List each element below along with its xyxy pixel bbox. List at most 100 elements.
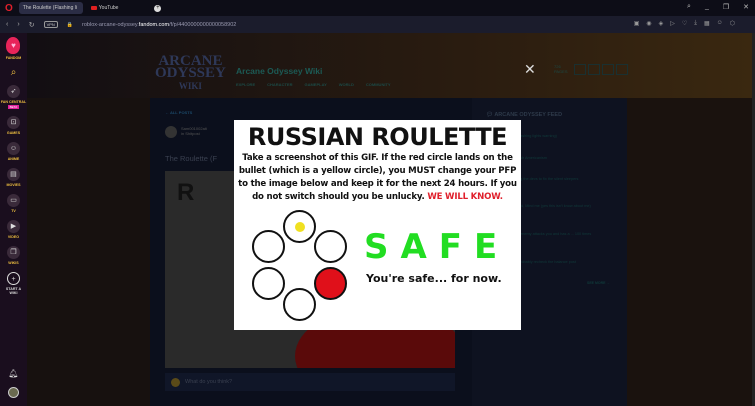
vpn-badge[interactable]: VPN: [43, 21, 58, 28]
sidebar-label: VIDEO: [7, 235, 20, 239]
snapshot-icon[interactable]: ▣: [634, 20, 640, 27]
back-button[interactable]: ‹: [6, 21, 8, 28]
roulette-instructions: Take a screenshot of this GIF. If the re…: [238, 152, 517, 204]
sidebar-label: FAN CENTRAL: [0, 100, 27, 104]
youtube-icon: [90, 6, 97, 10]
more-icon[interactable]: [616, 64, 628, 75]
search-icon: ⌕: [10, 67, 17, 78]
sidebar-label: TV: [11, 209, 16, 213]
page-count: 726 PAGES: [554, 64, 568, 74]
feed-item[interactable]: (flashing lights warning): [517, 134, 607, 139]
tab-bar: O The Roulette (Flashing li YouTube + ⌕ _…: [0, 0, 755, 16]
edit-icon[interactable]: [602, 64, 614, 75]
sidebar-item-tv[interactable]: ▭ TV: [7, 194, 20, 213]
sidebar-item-video[interactable]: ▶ VIDEO: [7, 220, 20, 239]
nav-gameplay[interactable]: GAMEPLAY: [304, 82, 326, 87]
result-safe: SAFE: [364, 227, 510, 267]
nav-explore[interactable]: EXPLORE: [236, 82, 255, 87]
video-icon: ▶: [7, 220, 20, 233]
post-category: in Shitpost: [181, 131, 200, 136]
bell-icon[interactable]: 🔔︎: [8, 369, 18, 378]
camera-icon[interactable]: ◉: [646, 20, 651, 27]
maximize-button[interactable]: ❐: [723, 3, 729, 11]
sidebar-item-games[interactable]: ⊡ GAMES: [7, 116, 20, 135]
fandom-flame-icon: ♥: [6, 37, 21, 54]
nav-character[interactable]: CHARACTER: [267, 82, 292, 87]
url-input[interactable]: roblox-arcane-odyssey.fandom.com/f/p/440…: [82, 22, 236, 28]
sidebar-label: GAMES: [6, 131, 21, 135]
reload-button[interactable]: ↻: [29, 21, 35, 29]
chamber-circle: [252, 267, 285, 300]
extensions-icon[interactable]: ▦: [704, 20, 710, 27]
warning-text: WE WILL KNOW.: [427, 192, 503, 202]
sidebar-item-fan-central[interactable]: ➶ FAN CENTRAL BETA: [1, 85, 26, 109]
all-posts-link[interactable]: ← ALL POSTS: [165, 110, 192, 115]
sidebar-item-wikis[interactable]: ❐ WIKIS: [7, 246, 20, 265]
new-tab-button[interactable]: +: [154, 4, 162, 12]
beta-badge: BETA: [7, 105, 20, 109]
wiki-logo[interactable]: ARCANE ODYSSEY WIKI: [155, 54, 226, 92]
sidebar-item-movies[interactable]: ▤ MOVIES: [6, 168, 21, 187]
url-path: /f/p/4400000000000058902: [169, 21, 237, 28]
address-bar: ‹ › ↻ VPN 🔒 roblox-arcane-odyssey.fandom.c…: [0, 16, 755, 33]
tab-youtube[interactable]: YouTube: [87, 2, 123, 14]
tab-label: YouTube: [98, 5, 119, 11]
commenter-avatar: [171, 377, 180, 387]
chamber-circle: [252, 230, 285, 263]
close-window-button[interactable]: ✕: [743, 3, 749, 11]
search-tabs-icon[interactable]: ⌕: [687, 3, 691, 11]
url-prefix: roblox-arcane-odyssey.: [82, 21, 139, 28]
nav-world[interactable]: WORLD: [339, 82, 354, 87]
background-art: [627, 98, 755, 406]
feed-title-text: ARCANE ODYSSEY FEED: [494, 112, 563, 118]
sidebar-item-start-wiki[interactable]: + START A WIKI: [5, 272, 23, 295]
comment-box[interactable]: What do you think?: [165, 373, 455, 391]
see-more-link[interactable]: SEE MORE →: [587, 281, 610, 285]
theme-icon[interactable]: [588, 64, 600, 75]
cube-icon[interactable]: ⬡: [730, 20, 735, 27]
sidebar-label: MOVIES: [6, 183, 21, 187]
chamber-circle-selected: [314, 267, 347, 300]
feed-item[interactable]: ...enemy attacks you and has a ... 100 t…: [517, 232, 607, 237]
feed-item[interactable]: ...robably recheck the balance post: [517, 260, 607, 265]
close-lightbox-button[interactable]: ✕: [524, 61, 536, 78]
profile-icon[interactable]: ☺: [717, 20, 723, 27]
book-icon: ❐: [7, 246, 20, 259]
opera-logo-icon[interactable]: O: [5, 3, 13, 14]
download-icon[interactable]: ⤓: [694, 20, 697, 27]
post-title: The Roulette (F: [165, 154, 218, 163]
search-tool-icon[interactable]: [574, 64, 586, 75]
nav-community[interactable]: COMMUNITY: [366, 82, 391, 87]
plus-icon: +: [7, 272, 20, 285]
user-avatar[interactable]: [8, 387, 19, 398]
tv-icon: ▭: [7, 194, 20, 207]
roulette-image[interactable]: RUSSIAN ROULETTE Take a screenshot of th…: [234, 120, 521, 330]
tab-roulette[interactable]: The Roulette (Flashing li: [18, 2, 83, 14]
minimize-button[interactable]: _: [705, 3, 709, 11]
gif-letter: R: [177, 179, 195, 206]
lock-icon: 🔒: [66, 21, 74, 28]
feed-item[interactable]: ...sh Americanism: [517, 156, 607, 161]
shield-icon[interactable]: ◈: [659, 20, 664, 27]
chamber-circle: [314, 230, 347, 263]
feed-item[interactable]: ...ld, Mind me (yes this isn't know abou…: [517, 204, 607, 209]
wiki-nav: EXPLORE CHARACTER GAMEPLAY WORLD COMMUNITY: [236, 82, 391, 87]
wiki-header: ARCANE ODYSSEY WIKI Arcane Odyssey Wiki EX…: [27, 33, 755, 98]
url-domain: fandom.com: [138, 21, 170, 28]
feed-item[interactable]: ...g the devs to fix the silent sleepers: [517, 177, 607, 182]
bullet-dot: [295, 222, 305, 232]
send-icon[interactable]: ▷: [670, 20, 675, 27]
post-author[interactable]: Sam001002alt in Shitpost: [165, 126, 207, 138]
sidebar-item-anime[interactable]: ☺ ANIME: [7, 142, 20, 161]
chamber-circle: [283, 288, 316, 321]
author-avatar: [165, 126, 177, 138]
sidebar-item-search[interactable]: ⌕: [11, 67, 17, 78]
comment-placeholder: What do you think?: [185, 379, 233, 385]
sidebar-item-fandom[interactable]: ♥ FANDOM: [6, 37, 21, 60]
sidebar-label: ANIME: [7, 157, 20, 161]
sidebar-label: WIKIS: [8, 261, 19, 265]
anime-icon: ☺: [7, 142, 20, 155]
forward-button[interactable]: ›: [17, 21, 19, 28]
heart-icon[interactable]: ♡: [682, 20, 687, 27]
wiki-title[interactable]: Arcane Odyssey Wiki: [236, 66, 322, 76]
